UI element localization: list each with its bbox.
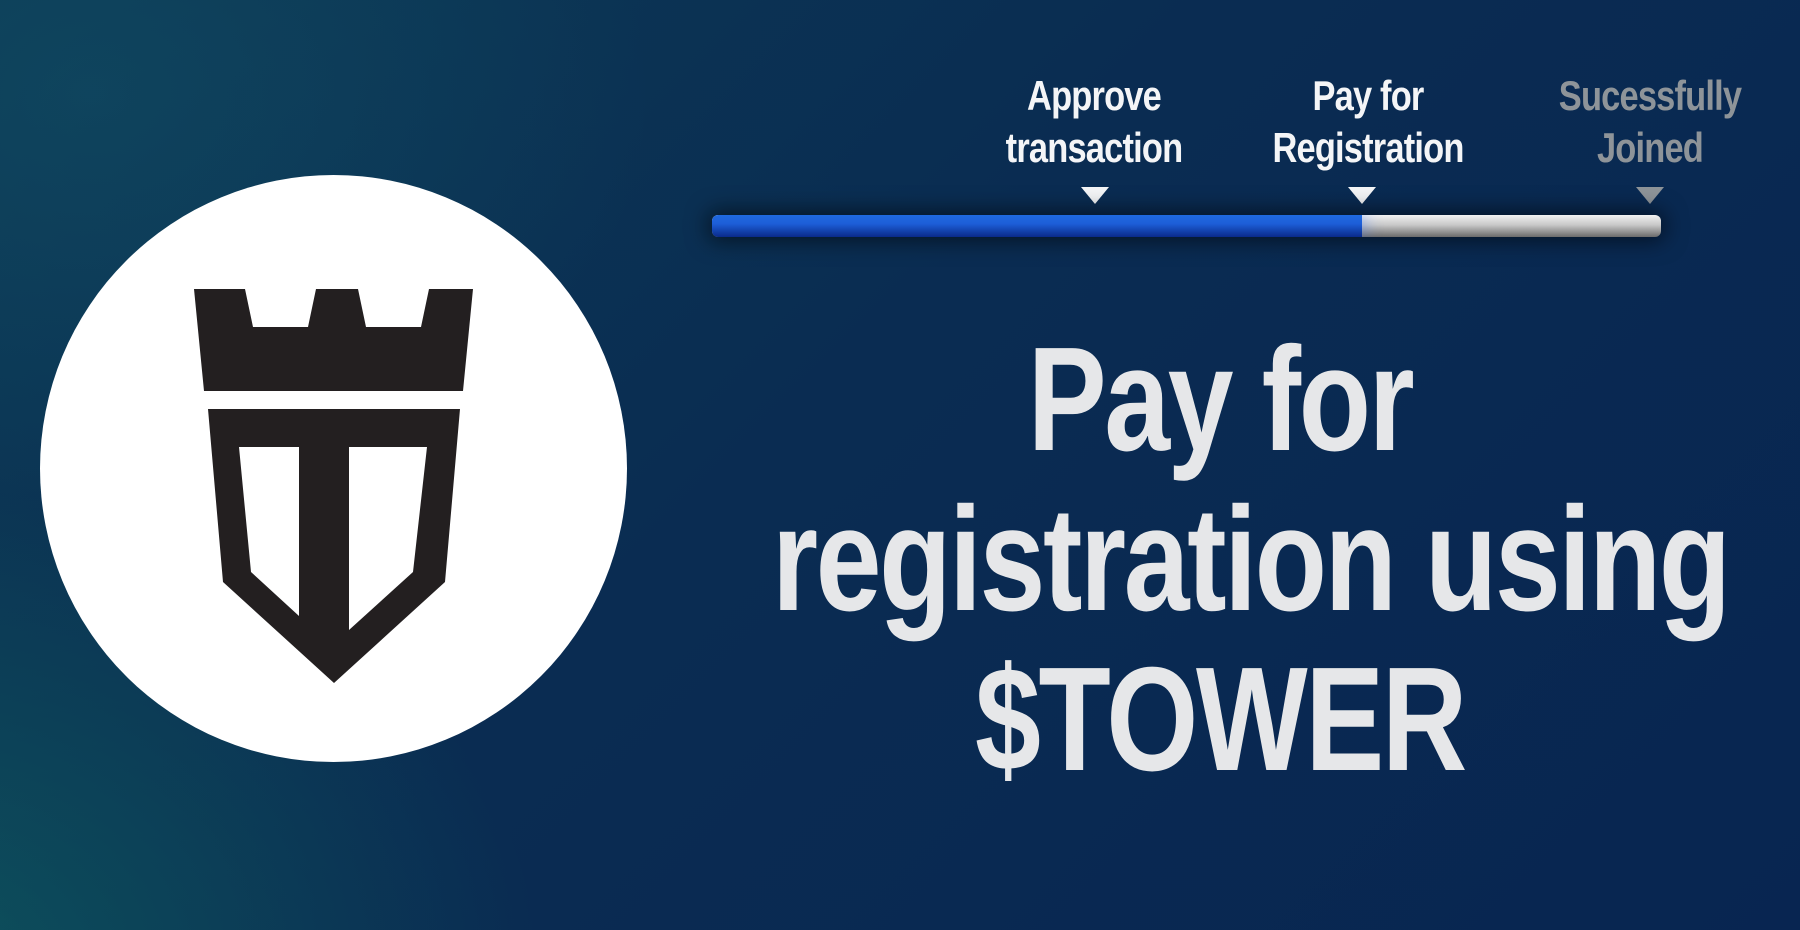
- page-headline: Pay for registration using $TOWER: [660, 320, 1780, 800]
- step-label-line: Approve: [1027, 72, 1162, 119]
- headline-line: registration using: [772, 477, 1731, 642]
- step-label-approve-transaction: Approve transaction: [987, 70, 1200, 174]
- step-marker-triangle-icon: [1636, 187, 1664, 204]
- tower-shield-logo-icon: [194, 289, 473, 683]
- step-marker-triangle-icon: [1081, 187, 1109, 204]
- step-label-line: Sucessfully: [1558, 72, 1742, 119]
- step-label-line: Registration: [1272, 124, 1464, 171]
- tower-logo-badge: [40, 175, 627, 762]
- step-label-line: transaction: [1005, 124, 1183, 171]
- step-marker-triangle-icon: [1348, 187, 1376, 204]
- progress-bar-fill: [712, 215, 1363, 237]
- headline-line: Pay for: [1027, 317, 1415, 482]
- step-label-successfully-joined: Sucessfully Joined: [1543, 70, 1756, 174]
- step-label-line: Pay for: [1312, 72, 1424, 119]
- step-label-line: Joined: [1596, 124, 1704, 171]
- progress-bar-track: [712, 215, 1661, 237]
- registration-stepper: Approve transaction Pay for Registration…: [0, 0, 1800, 260]
- step-label-pay-for-registration: Pay for Registration: [1261, 70, 1474, 174]
- headline-line: $TOWER: [975, 637, 1467, 802]
